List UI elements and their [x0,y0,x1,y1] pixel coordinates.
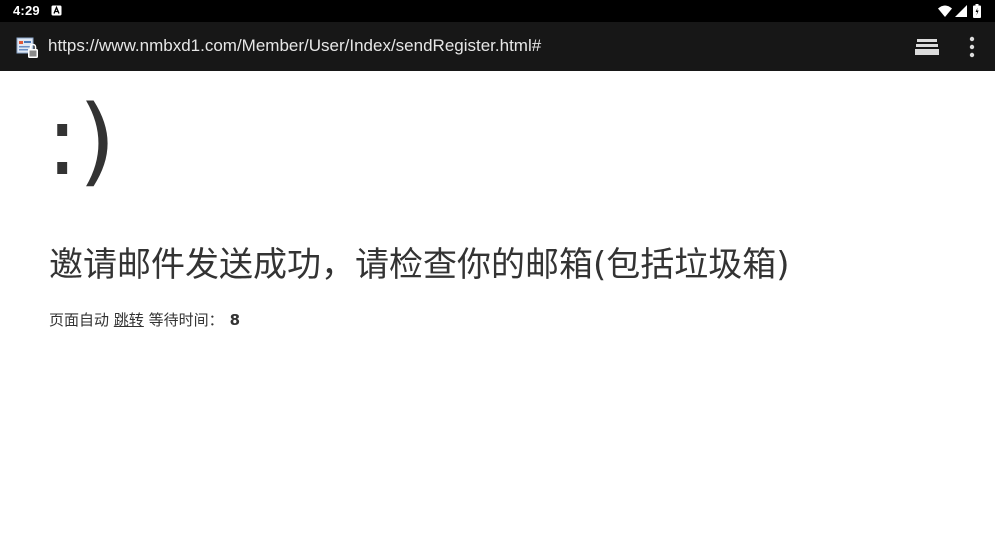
battery-icon [973,4,981,18]
wifi-icon [938,5,952,17]
browser-url-bar: https://www.nmbxd1.com/Member/User/Index… [0,22,995,71]
status-time: 4:29 [13,3,40,18]
page-content: :) 邀请邮件发送成功，请检查你的邮箱(包括垃圾箱) 页面自动 跳转 等待时间：… [0,71,995,559]
status-bar: 4:29 [0,0,995,22]
site-favicon-icon [16,37,38,58]
redirect-line: 页面自动 跳转 等待时间： 8 [49,309,240,330]
tabs-icon[interactable] [915,37,939,57]
success-message: 邀请邮件发送成功，请检查你的邮箱(包括垃圾箱) [49,245,790,285]
redirect-prefix: 页面自动 [49,311,110,329]
signal-icon [955,5,967,17]
redirect-suffix: 等待时间： [148,311,224,329]
countdown-value: 8 [229,311,241,329]
url-text[interactable]: https://www.nmbxd1.com/Member/User/Index… [48,36,541,56]
smiley-face: :) [46,85,116,197]
app-notification-icon [51,5,62,16]
more-vert-icon[interactable] [966,36,978,58]
redirect-link[interactable]: 跳转 [114,311,144,329]
